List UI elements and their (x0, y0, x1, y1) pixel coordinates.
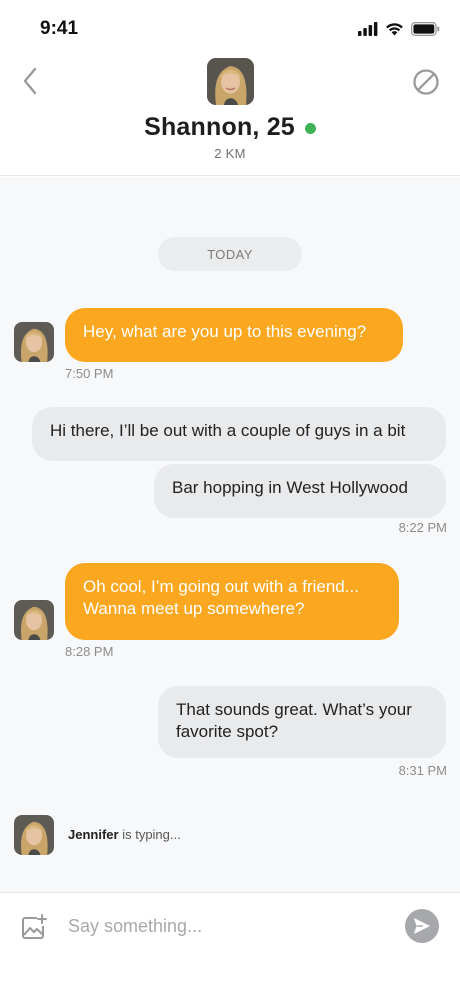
date-separator: TODAY (158, 237, 302, 271)
message-time: 8:31 PM (398, 763, 447, 778)
message-text: Hi there, I’ll be out with a couple of g… (50, 421, 406, 440)
message-time: 8:22 PM (398, 520, 447, 535)
block-icon (413, 69, 439, 95)
profile-avatar[interactable] (207, 58, 254, 105)
battery-icon (411, 22, 440, 36)
add-image-icon (22, 914, 47, 939)
sender-avatar[interactable] (14, 600, 54, 640)
message-text: Bar hopping in West Hollywood (172, 478, 408, 497)
back-chevron-icon (23, 67, 37, 95)
message-text: Hey, what are you up to this evening? (83, 322, 367, 341)
message-bubble-incoming[interactable]: Hey, what are you up to this evening? (65, 308, 403, 362)
typing-avatar[interactable] (14, 815, 54, 855)
typing-user-name: Jennifer (68, 827, 119, 842)
message-time: 7:50 PM (65, 366, 114, 381)
status-time: 9:41 (40, 18, 79, 39)
chat-header: Shannon, 25 2 KM (0, 56, 460, 176)
wifi-icon (386, 23, 403, 36)
send-button[interactable] (405, 909, 439, 943)
typing-indicator: Jennifer is typing... (68, 827, 181, 842)
sender-avatar[interactable] (14, 322, 54, 362)
message-composer (0, 892, 460, 996)
status-icons (358, 20, 440, 38)
contact-distance: 2 KM (214, 146, 246, 161)
typing-status-text: is typing... (122, 827, 181, 842)
send-icon (414, 918, 430, 934)
block-user-button[interactable] (412, 68, 440, 96)
status-bar: 9:41 (0, 0, 460, 56)
online-status-dot (304, 122, 316, 134)
message-text-line: favorite spot? (176, 722, 279, 741)
message-text-line: That sounds great. What’s your (176, 700, 412, 719)
message-text-line: Wanna meet up somewhere? (83, 599, 305, 618)
add-image-button[interactable] (20, 913, 48, 941)
contact-name: Shannon, 25 (144, 112, 295, 141)
message-bubble-outgoing[interactable]: Hi there, I’ll be out with a couple of g… (32, 407, 446, 461)
header-name-row: Shannon, 25 (0, 112, 460, 142)
message-time: 8:28 PM (65, 644, 114, 659)
message-bubble-outgoing[interactable]: Bar hopping in West Hollywood (154, 464, 446, 518)
chat-area[interactable]: TODAY Hey, what are you up to this eveni… (0, 177, 460, 892)
back-button[interactable] (14, 64, 46, 98)
message-bubble-incoming[interactable]: Oh cool, I’m going out with a friend... … (65, 563, 399, 640)
message-bubble-outgoing[interactable]: That sounds great. What’s your favorite … (158, 686, 446, 758)
message-input[interactable] (68, 909, 388, 943)
signal-icon (358, 22, 378, 36)
message-text-line: Oh cool, I’m going out with a friend... (83, 577, 359, 596)
